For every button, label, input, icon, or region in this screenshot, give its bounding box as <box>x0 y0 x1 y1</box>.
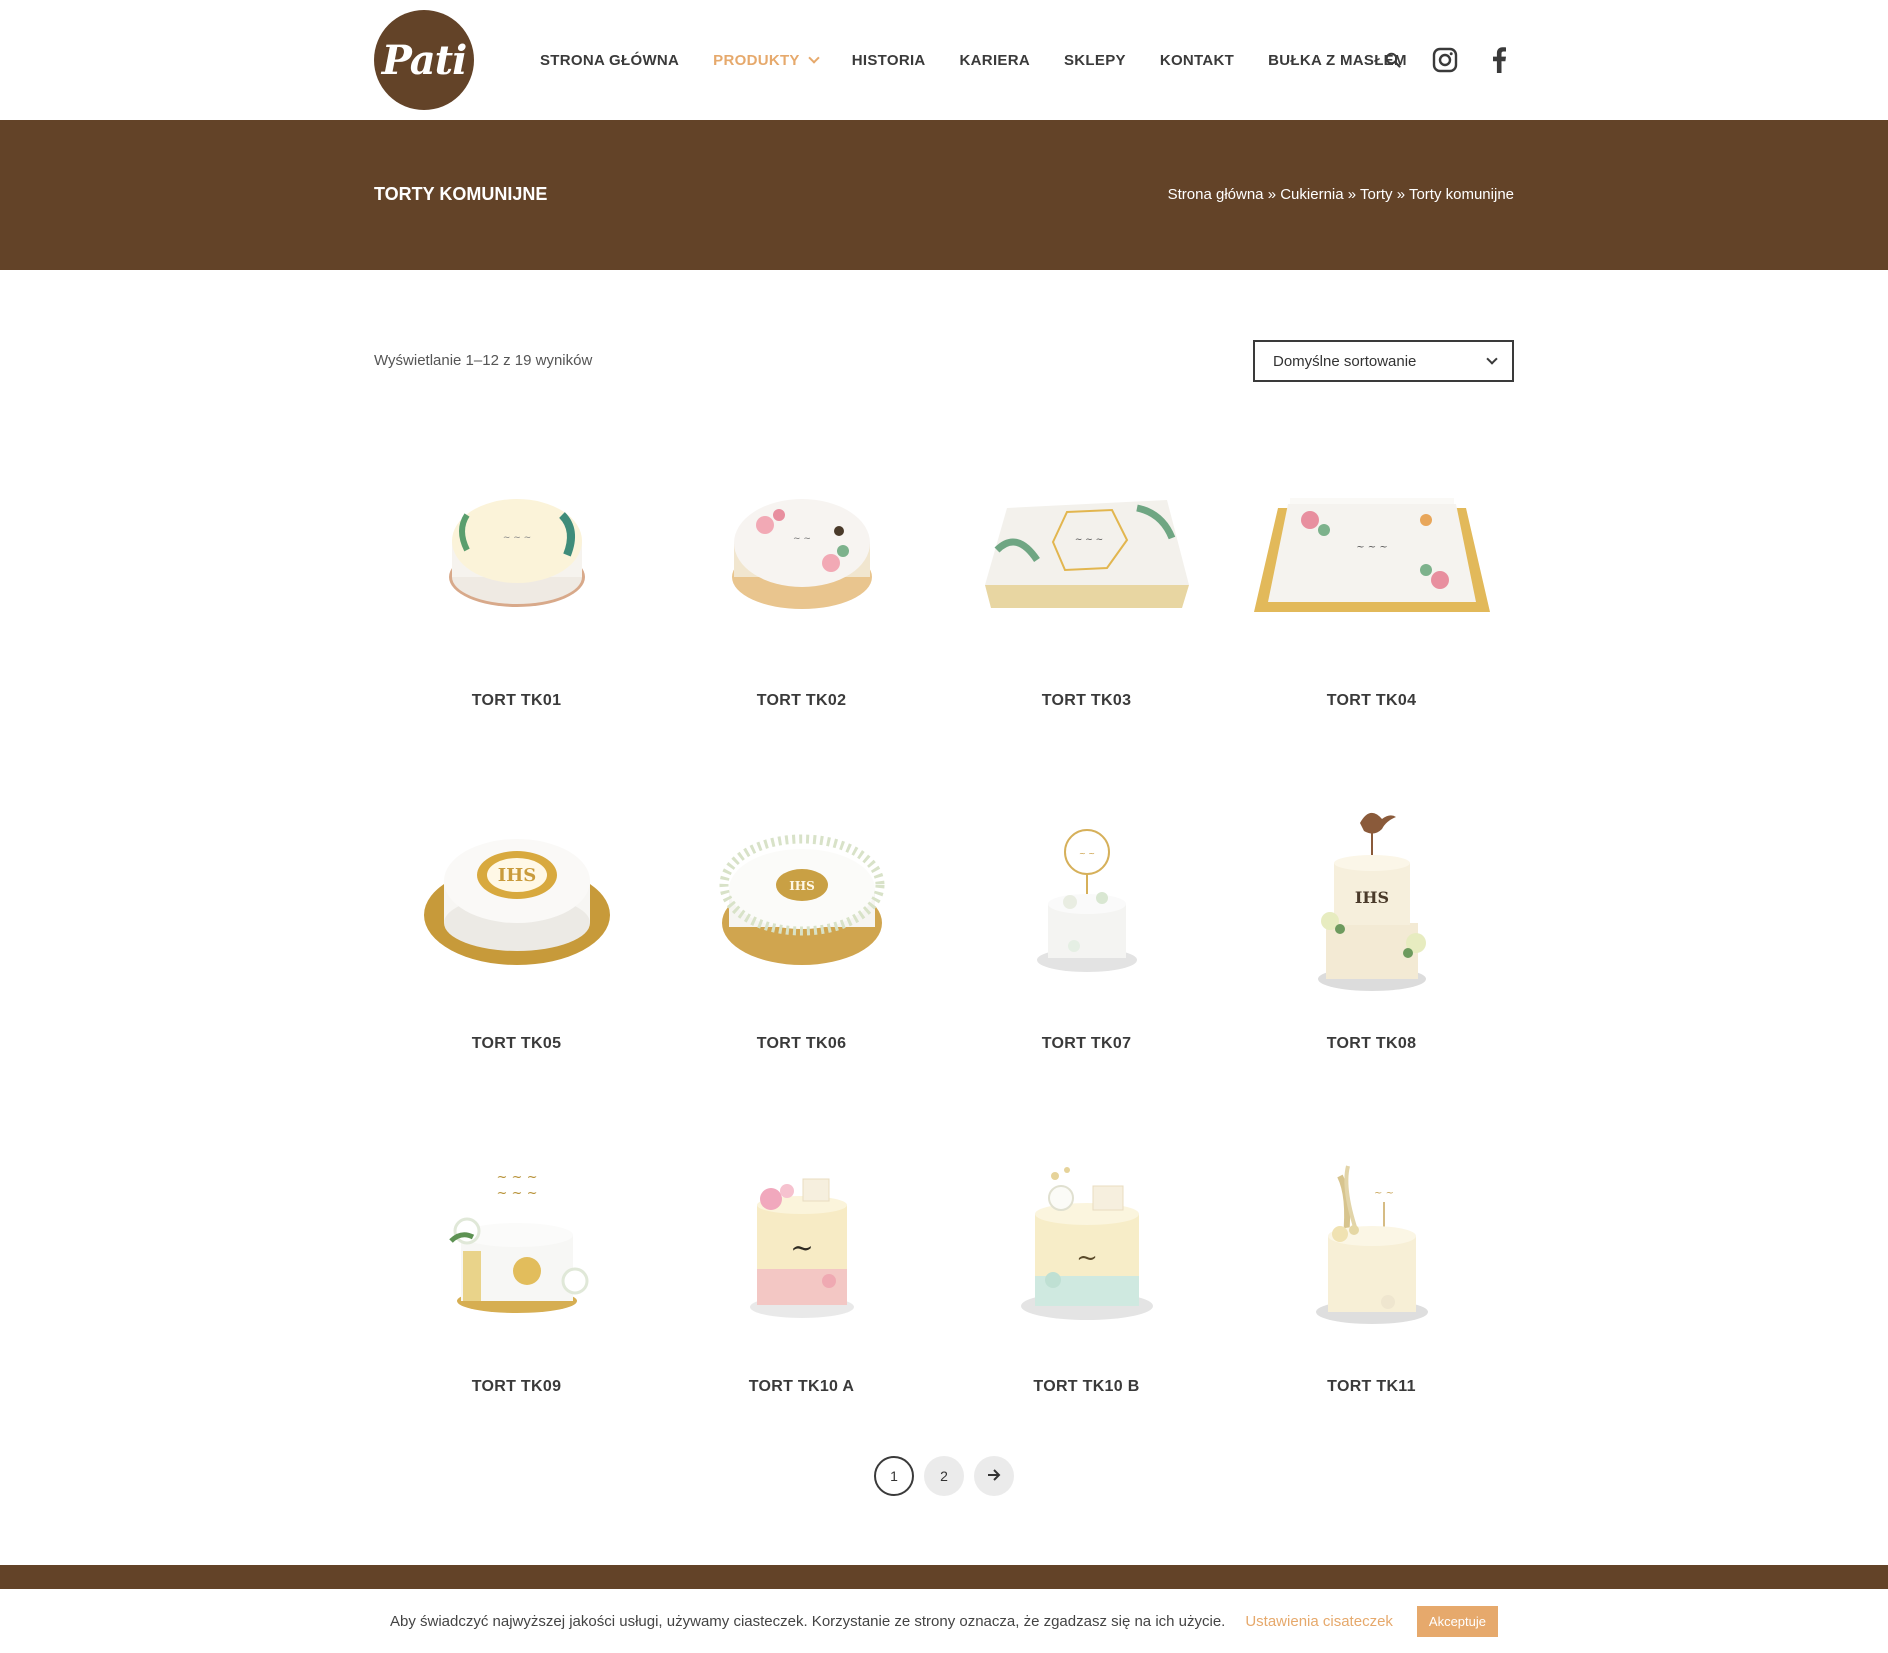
product-card[interactable]: ~ ~ TORT TK07 <box>944 773 1229 1116</box>
svg-text:~ ~ ~: ~ ~ ~ <box>496 1186 537 1201</box>
breadcrumb-home[interactable]: Strona główna <box>1168 186 1264 203</box>
nav-item-produkty-label: PRODUKTY <box>713 51 800 69</box>
nav-item-strona-glowna[interactable]: STRONA GŁÓWNA <box>540 52 679 69</box>
product-card[interactable]: ~ ~ ~ ~ ~ ~ TORT TK09 <box>374 1116 659 1459</box>
svg-text:~ ~: ~ ~ <box>1374 1188 1394 1199</box>
product-grid: ~ ~ ~ TORT TK01 ~ ~ TORT TK02 ~ ~ ~ TORT… <box>374 430 1514 1459</box>
product-title[interactable]: TORT TK02 <box>659 692 944 710</box>
page-title: TORTY KOMUNIJNE <box>374 184 548 204</box>
svg-text:IHS: IHS <box>497 865 535 886</box>
logo[interactable]: Pati <box>374 10 474 110</box>
svg-text:~ ~ ~: ~ ~ ~ <box>1074 535 1102 545</box>
product-image[interactable]: ~ ~ <box>944 773 1229 1023</box>
breadcrumb-separator: » <box>1267 186 1277 203</box>
product-title[interactable]: TORT TK05 <box>374 1035 659 1053</box>
nav-item-historia[interactable]: HISTORIA <box>852 52 926 69</box>
pagination: 1 2 <box>874 1456 1024 1496</box>
page-2-button[interactable]: 2 <box>924 1456 964 1496</box>
product-card[interactable]: ~ ~ TORT TK02 <box>659 430 944 773</box>
svg-text:IHS: IHS <box>789 879 815 893</box>
product-image[interactable]: ~ ~ ~ <box>374 430 659 680</box>
nav-item-produkty[interactable]: PRODUKTY <box>713 51 820 69</box>
product-title[interactable]: TORT TK08 <box>1229 1035 1514 1053</box>
product-title[interactable]: TORT TK11 <box>1229 1378 1514 1396</box>
nav-item-sklepy[interactable]: SKLEPY <box>1064 52 1126 69</box>
product-title[interactable]: TORT TK01 <box>374 692 659 710</box>
product-card[interactable]: IHS TORT TK05 <box>374 773 659 1116</box>
cookie-accept-button[interactable]: Akceptuje <box>1416 1605 1498 1637</box>
svg-text:~ ~: ~ ~ <box>793 534 811 544</box>
product-card[interactable]: ~ ~ ~ TORT TK04 <box>1229 430 1514 773</box>
nav-item-kontakt[interactable]: KONTAKT <box>1160 52 1234 69</box>
cookie-bar: Aby świadczyć najwyższej jakości usługi,… <box>0 1589 1888 1653</box>
svg-text:~ ~ ~: ~ ~ ~ <box>502 533 530 543</box>
chevron-down-icon <box>1486 353 1498 365</box>
product-card[interactable]: ~ ~ ~ TORT TK01 <box>374 430 659 773</box>
breadcrumb-cukiernia[interactable]: Cukiernia <box>1280 186 1343 203</box>
cookie-text: Aby świadczyć najwyższej jakości usługi,… <box>390 1612 1226 1630</box>
product-title[interactable]: TORT TK07 <box>944 1035 1229 1053</box>
product-title[interactable]: TORT TK09 <box>374 1378 659 1396</box>
product-title[interactable]: TORT TK06 <box>659 1035 944 1053</box>
product-title[interactable]: TORT TK10 B <box>944 1378 1229 1396</box>
instagram-icon[interactable] <box>1432 0 1458 120</box>
product-image[interactable]: ~ ~ <box>659 430 944 680</box>
svg-text:~: ~ <box>1076 1243 1098 1273</box>
product-card[interactable]: ~ TORT TK10 A <box>659 1116 944 1459</box>
svg-text:~ ~ ~: ~ ~ ~ <box>496 1170 537 1185</box>
breadcrumb: Strona główna » Cukiernia » Torty » Tort… <box>1168 186 1514 203</box>
chevron-down-icon <box>808 51 820 64</box>
product-image[interactable]: IHS <box>659 773 944 1023</box>
product-image[interactable]: IHS <box>1229 773 1514 1023</box>
product-image[interactable]: IHS <box>374 773 659 1023</box>
page-banner <box>0 120 1888 270</box>
product-card[interactable]: ~ ~ TORT TK11 <box>1229 1116 1514 1459</box>
product-title[interactable]: TORT TK04 <box>1229 692 1514 710</box>
product-image[interactable]: ~ <box>659 1116 944 1366</box>
page-1-button[interactable]: 1 <box>874 1456 914 1496</box>
sort-select-value: Domyślne sortowanie <box>1273 352 1417 370</box>
product-image[interactable]: ~ ~ ~ <box>944 430 1229 680</box>
product-card[interactable]: IHS TORT TK08 <box>1229 773 1514 1116</box>
product-image[interactable]: ~ <box>944 1116 1229 1366</box>
result-count: Wyświetlanie 1–12 z 19 wyników <box>374 352 593 369</box>
svg-text:~: ~ <box>790 1231 813 1264</box>
arrow-right-icon <box>987 1468 1001 1484</box>
footer-strip <box>0 1565 1888 1589</box>
next-page-button[interactable] <box>974 1456 1014 1496</box>
facebook-icon[interactable] <box>1491 0 1507 120</box>
svg-text:IHS: IHS <box>1354 888 1388 907</box>
svg-text:~ ~ ~: ~ ~ ~ <box>1356 542 1388 553</box>
product-title[interactable]: TORT TK03 <box>944 692 1229 710</box>
breadcrumb-current: Torty komunijne <box>1408 186 1514 203</box>
nav-item-kariera[interactable]: KARIERA <box>960 52 1030 69</box>
svg-text:~ ~: ~ ~ <box>1079 849 1095 858</box>
sort-select[interactable]: Domyślne sortowanie <box>1253 340 1514 382</box>
main-nav: STRONA GŁÓWNA PRODUKTY HISTORIA KARIERA … <box>540 0 1441 120</box>
logo-text: Pati <box>381 36 468 84</box>
breadcrumb-separator: » <box>1347 186 1357 203</box>
product-card[interactable]: ~ TORT TK10 B <box>944 1116 1229 1459</box>
search-icon[interactable] <box>1385 0 1401 120</box>
product-image[interactable]: ~ ~ ~ ~ ~ ~ <box>374 1116 659 1366</box>
product-image[interactable]: ~ ~ ~ <box>1229 430 1514 680</box>
cookie-settings-link[interactable]: Ustawienia cisateczek <box>1245 1613 1393 1630</box>
product-title[interactable]: TORT TK10 A <box>659 1378 944 1396</box>
product-card[interactable]: ~ ~ ~ TORT TK03 <box>944 430 1229 773</box>
product-image[interactable]: ~ ~ <box>1229 1116 1514 1366</box>
site-header: Pati STRONA GŁÓWNA PRODUKTY HISTORIA KAR… <box>0 0 1888 120</box>
breadcrumb-separator: » <box>1396 186 1406 203</box>
breadcrumb-torty[interactable]: Torty <box>1360 186 1393 203</box>
product-card[interactable]: IHS TORT TK06 <box>659 773 944 1116</box>
